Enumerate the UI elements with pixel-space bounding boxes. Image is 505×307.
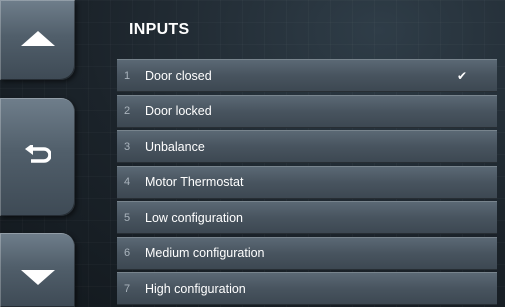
nav-column (0, 0, 78, 307)
row-number: 6 (124, 247, 131, 259)
row-number: 1 (124, 69, 131, 82)
inputs-list: 1 Door closed ✔ 2 Door locked 3 Unbalanc… (117, 59, 497, 307)
row-label: Low configuration (145, 210, 243, 225)
page-title: INPUTS (129, 21, 190, 38)
back-button[interactable] (0, 98, 75, 216)
input-row-door-locked[interactable]: 2 Door locked (117, 94, 497, 128)
scroll-down-button[interactable] (0, 233, 75, 307)
row-label: Door locked (145, 104, 212, 118)
input-row-unbalance[interactable]: 3 Unbalance (117, 130, 497, 163)
row-number: 5 (124, 211, 131, 224)
scroll-up-button[interactable] (0, 0, 75, 80)
triangle-up-icon (20, 30, 55, 46)
input-row-high-configuration[interactable]: 7 High configuration (117, 272, 497, 305)
input-row-low-configuration[interactable]: 5 Low configuration (117, 201, 497, 234)
back-arrow-icon (24, 145, 51, 169)
row-number: 3 (124, 140, 131, 153)
row-label: Medium configuration (145, 246, 265, 260)
row-label: Motor Thermostat (145, 175, 244, 189)
row-label: Door closed (145, 68, 212, 83)
row-label: High configuration (145, 281, 246, 296)
checkmark-icon: ✔ (456, 68, 467, 83)
input-row-door-closed[interactable]: 1 Door closed ✔ (117, 59, 497, 92)
triangle-down-icon (20, 269, 55, 285)
row-number: 7 (124, 282, 131, 295)
input-row-motor-thermostat[interactable]: 4 Motor Thermostat (117, 165, 497, 199)
row-number: 4 (124, 176, 131, 188)
inputs-screen: INPUTS 1 Door closed ✔ 2 Door locked 3 U… (0, 0, 505, 307)
row-number: 2 (124, 105, 131, 117)
row-label: Unbalance (145, 139, 205, 154)
input-row-medium-configuration[interactable]: 6 Medium configuration (117, 236, 497, 270)
